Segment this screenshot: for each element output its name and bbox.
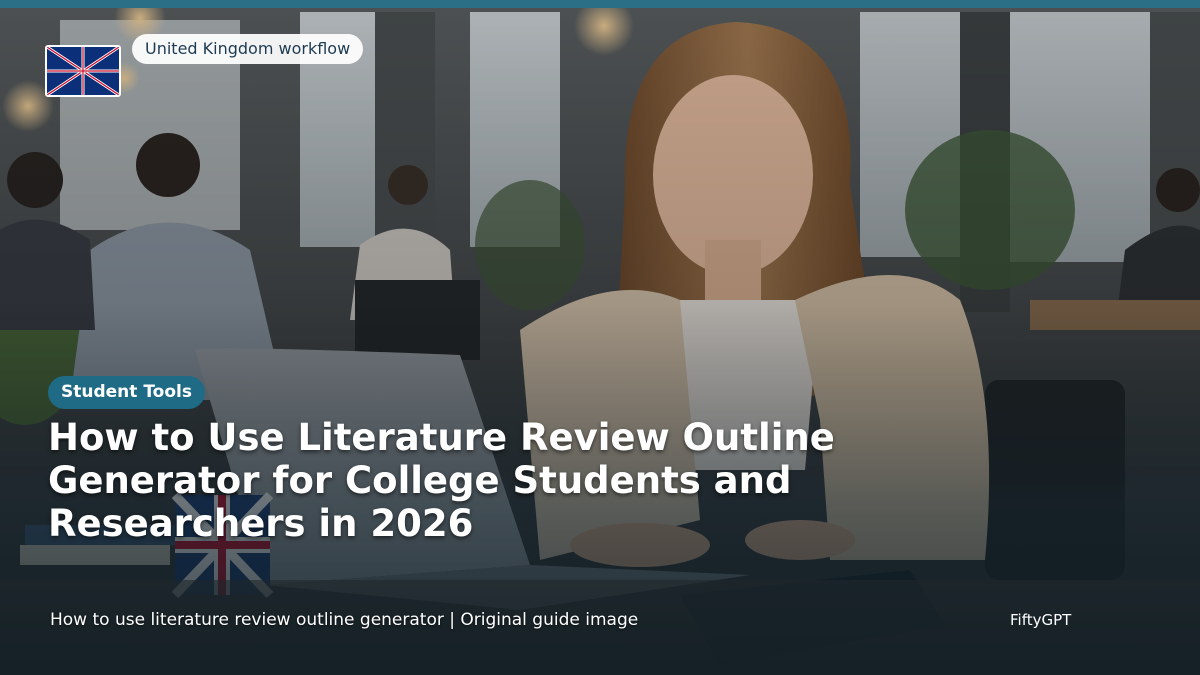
- page-title: How to Use Literature Review Outline Gen…: [48, 416, 835, 545]
- brand-label: FiftyGPT: [1010, 611, 1072, 629]
- region-label: United Kingdom workflow: [132, 34, 364, 64]
- background-photo: [0, 0, 1200, 675]
- uk-flag-icon: [45, 45, 121, 97]
- hero-card: United Kingdom workflow Student Tools Ho…: [0, 0, 1200, 675]
- category-badge: Student Tools: [48, 376, 205, 409]
- image-caption: How to use literature review outline gen…: [50, 610, 639, 630]
- top-accent-bar: [0, 0, 1200, 8]
